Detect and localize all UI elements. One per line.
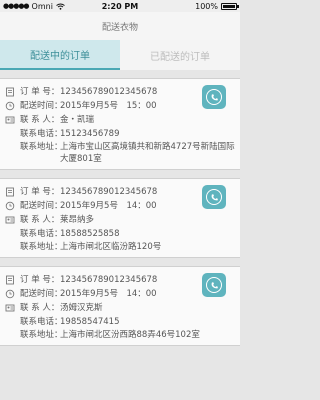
address-value: 上海市宝山区高境镇共和新路4727号新陆国际大厦801室: [60, 142, 235, 164]
order-number-label: 订 单 号：: [20, 275, 60, 285]
address-row: 联系地址： 上海市宝山区高境镇共和新路4727号新陆国际大厦801室: [0, 141, 240, 165]
phone-icon: [211, 93, 218, 100]
order-card[interactable]: 订 单 号： 123456789012345678 配送时间： 2015年9月5…: [0, 266, 240, 346]
phone-value: 19858547415: [60, 317, 120, 327]
order-number-value: 123456789012345678: [60, 87, 158, 97]
delivery-time-label: 配送时间：: [20, 289, 63, 299]
battery-level: [223, 4, 235, 8]
order-number-label: 订 单 号：: [20, 87, 60, 97]
contact-row: 联 系 人： 汤姆汉克斯: [0, 301, 240, 315]
phone-value: 18588525858: [60, 229, 120, 239]
phone-row: 联系电话： 15123456789: [0, 127, 240, 141]
address-label: 联系地址：: [20, 242, 63, 252]
phone-value: 15123456789: [60, 129, 120, 139]
address-value: 上海市闸北区临汾路120号: [60, 242, 162, 252]
order-tabs: 配送中的订单 已配送的订单: [0, 40, 240, 70]
contact-row: 联 系 人： 莱昂纳多: [0, 213, 240, 227]
navigation-bar: 配送衣物: [0, 12, 240, 40]
phone-label: 联系电话：: [20, 229, 63, 239]
call-button[interactable]: [202, 185, 226, 209]
order-card[interactable]: 订 单 号： 123456789012345678 配送时间： 2015年9月5…: [0, 78, 240, 170]
phone-label: 联系电话：: [20, 129, 63, 139]
document-icon: [0, 185, 20, 199]
tab-delivered-orders[interactable]: 已配送的订单: [120, 40, 240, 70]
document-icon: [0, 85, 20, 99]
address-value: 上海市闸北区汾西路88弄46号102室: [60, 330, 200, 340]
document-icon: [0, 273, 20, 287]
order-number-value: 123456789012345678: [60, 275, 158, 285]
order-card[interactable]: 订 单 号： 123456789012345678 配送时间： 2015年9月5…: [0, 178, 240, 258]
call-button[interactable]: [202, 273, 226, 297]
tab-delivering-orders[interactable]: 配送中的订单: [0, 40, 120, 70]
status-bar: ●●●●● Omni 2:20 PM 100%: [0, 0, 240, 12]
order-list: 订 单 号： 123456789012345678 配送时间： 2015年9月5…: [0, 78, 240, 354]
contact-card-icon: [0, 113, 20, 127]
contact-value: 汤姆汉克斯: [60, 303, 103, 313]
contact-label: 联 系 人：: [20, 303, 60, 313]
delivery-time-label: 配送时间：: [20, 101, 63, 111]
page-title: 配送衣物: [101, 22, 138, 33]
phone-icon: [211, 281, 218, 288]
delivery-time-value: 2015年9月5号 15：00: [60, 101, 157, 111]
contact-label: 联 系 人：: [20, 115, 60, 125]
contact-card-icon: [0, 301, 20, 315]
address-label: 联系地址：: [20, 142, 63, 152]
clock-icon: [0, 99, 20, 113]
address-row: 联系地址： 上海市闸北区汾西路88弄46号102室: [0, 329, 240, 341]
order-number-label: 订 单 号：: [20, 187, 60, 197]
address-label: 联系地址：: [20, 330, 63, 340]
contact-value: 莱昂纳多: [60, 215, 95, 225]
battery-percent: 100%: [195, 1, 218, 11]
phone-label: 联系电话：: [20, 317, 63, 327]
delivery-time-label: 配送时间：: [20, 201, 63, 211]
call-button[interactable]: [202, 85, 226, 109]
contact-label: 联 系 人：: [20, 215, 60, 225]
contact-value: 金・凯瑞: [60, 115, 95, 125]
clock-icon: [0, 287, 20, 301]
phone-icon: [211, 193, 218, 200]
contact-card-icon: [0, 213, 20, 227]
contact-row: 联 系 人： 金・凯瑞: [0, 113, 240, 127]
delivery-time-value: 2015年9月5号 14：00: [60, 289, 157, 299]
order-number-value: 123456789012345678: [60, 187, 158, 197]
clock-icon: [0, 199, 20, 213]
phone-row: 联系电话： 19858547415: [0, 315, 240, 329]
address-row: 联系地址： 上海市闸北区临汾路120号: [0, 241, 240, 253]
phone-row: 联系电话： 18588525858: [0, 227, 240, 241]
delivery-time-value: 2015年9月5号 14：00: [60, 201, 157, 211]
battery-icon: [221, 2, 239, 10]
status-right: 100%: [195, 1, 239, 11]
